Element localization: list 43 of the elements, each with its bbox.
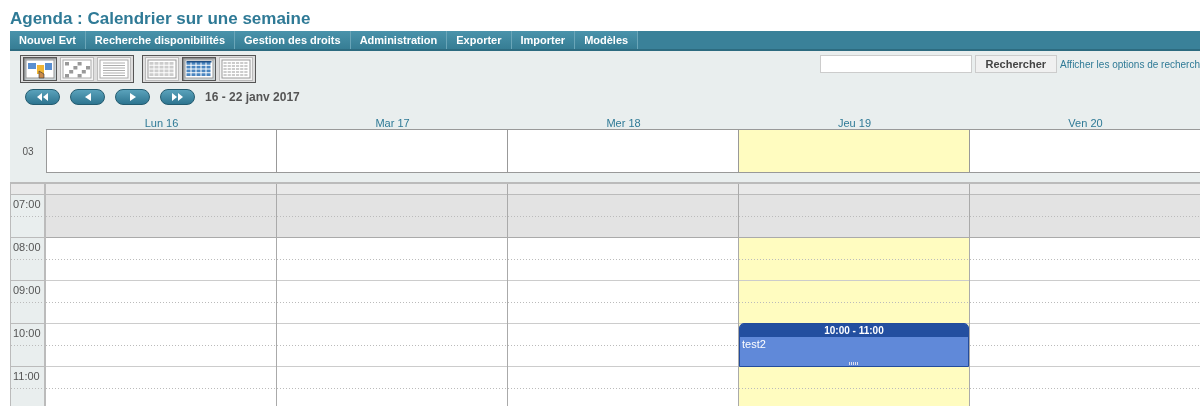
resize-handle[interactable] bbox=[849, 362, 859, 365]
menu-item[interactable]: Nouvel Evt bbox=[10, 31, 86, 49]
day-header[interactable]: Mer 18 bbox=[508, 117, 739, 129]
hour-label: 10:00 bbox=[12, 326, 42, 339]
menu-item[interactable]: Gestion des droits bbox=[235, 31, 351, 49]
arrow-icon bbox=[172, 93, 183, 101]
arrow-icon bbox=[129, 93, 136, 101]
page-title: Agenda : Calendrier sur une semaine bbox=[9, 8, 312, 29]
day-header[interactable]: Jeu 19 bbox=[739, 117, 970, 129]
planning-view-icon bbox=[62, 59, 92, 79]
next-button[interactable] bbox=[115, 89, 150, 105]
event-time: 10:00 - 11:00 bbox=[740, 324, 968, 337]
menu-item[interactable]: Modèles bbox=[575, 31, 639, 49]
search-field[interactable] bbox=[819, 55, 972, 73]
first-button[interactable] bbox=[25, 89, 60, 105]
hour-label: 07:00 bbox=[12, 197, 42, 210]
event-title: test2 bbox=[741, 337, 767, 351]
arrow-icon bbox=[37, 93, 48, 101]
event-card[interactable]: 10:00 - 11:00 test2 bbox=[739, 323, 969, 367]
hour-label: 08:00 bbox=[12, 240, 42, 253]
menu-item[interactable]: Importer bbox=[511, 31, 576, 49]
menu-item[interactable]: Recherche disponibilités bbox=[85, 31, 236, 49]
grid-view-icon bbox=[184, 59, 214, 79]
search-options-link[interactable]: Afficher les options de recherch bbox=[1060, 58, 1200, 70]
day-header[interactable]: Ven 20 bbox=[970, 117, 1200, 129]
view-button[interactable] bbox=[182, 57, 216, 81]
list-view-icon bbox=[99, 59, 129, 79]
hour-label: 09:00 bbox=[12, 283, 42, 296]
day-header[interactable]: Lun 16 bbox=[46, 117, 277, 129]
menu-item[interactable]: Exporter bbox=[447, 31, 512, 49]
day-view-icon bbox=[25, 59, 55, 79]
prev-button[interactable] bbox=[70, 89, 105, 105]
last-button[interactable] bbox=[160, 89, 195, 105]
menu-item[interactable]: Administration bbox=[350, 31, 448, 49]
arrow-icon bbox=[84, 93, 91, 101]
week-number: 03 bbox=[21, 144, 35, 159]
date-range: 16 - 22 janv 2017 bbox=[205, 90, 300, 104]
view-button[interactable] bbox=[23, 57, 57, 81]
hour-label: 11:00 bbox=[12, 369, 41, 382]
grid-view-icon bbox=[147, 59, 177, 79]
day-header[interactable]: Mar 17 bbox=[277, 117, 508, 129]
search-button[interactable]: Rechercher bbox=[974, 55, 1058, 73]
grid-view-icon bbox=[221, 59, 251, 79]
